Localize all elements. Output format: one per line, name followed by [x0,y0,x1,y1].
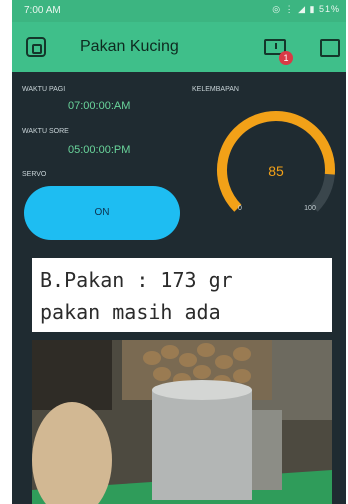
camera-feed-image [32,340,332,504]
status-time: 7:00 AM [24,5,61,16]
dashboard-menu-icon[interactable] [26,37,46,57]
humidity-label: KELEMBAPAN [192,86,239,93]
morning-time-label: WAKTU PAGI [22,86,66,93]
app-screen: 7:00 AM ◎ ⋮ ◢ ▮ 51% Pakan Kucing 1 WAKTU… [12,0,346,504]
humidity-gauge: 85 0 100 [217,111,335,212]
status-icons: ◎ ⋮ ◢ ▮ 51% [272,4,340,14]
app-bar: Pakan Kucing 1 [12,22,346,72]
servo-on-button[interactable]: ON [24,186,180,240]
play-mode-icon[interactable] [320,39,340,57]
lcd-line-1: B.Pakan : 173 gr [40,268,233,292]
status-bar: 7:00 AM ◎ ⋮ ◢ ▮ 51% [12,0,346,22]
notification-badge: 1 [279,51,293,65]
evening-time-label: WAKTU SORE [22,128,69,135]
morning-time-value: 07:00:00:AM [68,100,131,112]
lcd-line-2: pakan masih ada [40,300,221,324]
gauge-max-label: 100 [304,205,316,212]
gauge-min-label: 0 [238,205,242,212]
gauge-value: 85 [268,163,284,179]
servo-label: SERVO [22,171,47,178]
app-title: Pakan Kucing [80,38,179,55]
evening-time-value: 05:00:00:PM [68,144,131,156]
phone-frame: 7:00 AM ◎ ⋮ ◢ ▮ 51% Pakan Kucing 1 WAKTU… [0,0,348,504]
lcd-display: B.Pakan : 173 gr pakan masih ada [32,258,332,332]
camera-scene [32,340,332,504]
